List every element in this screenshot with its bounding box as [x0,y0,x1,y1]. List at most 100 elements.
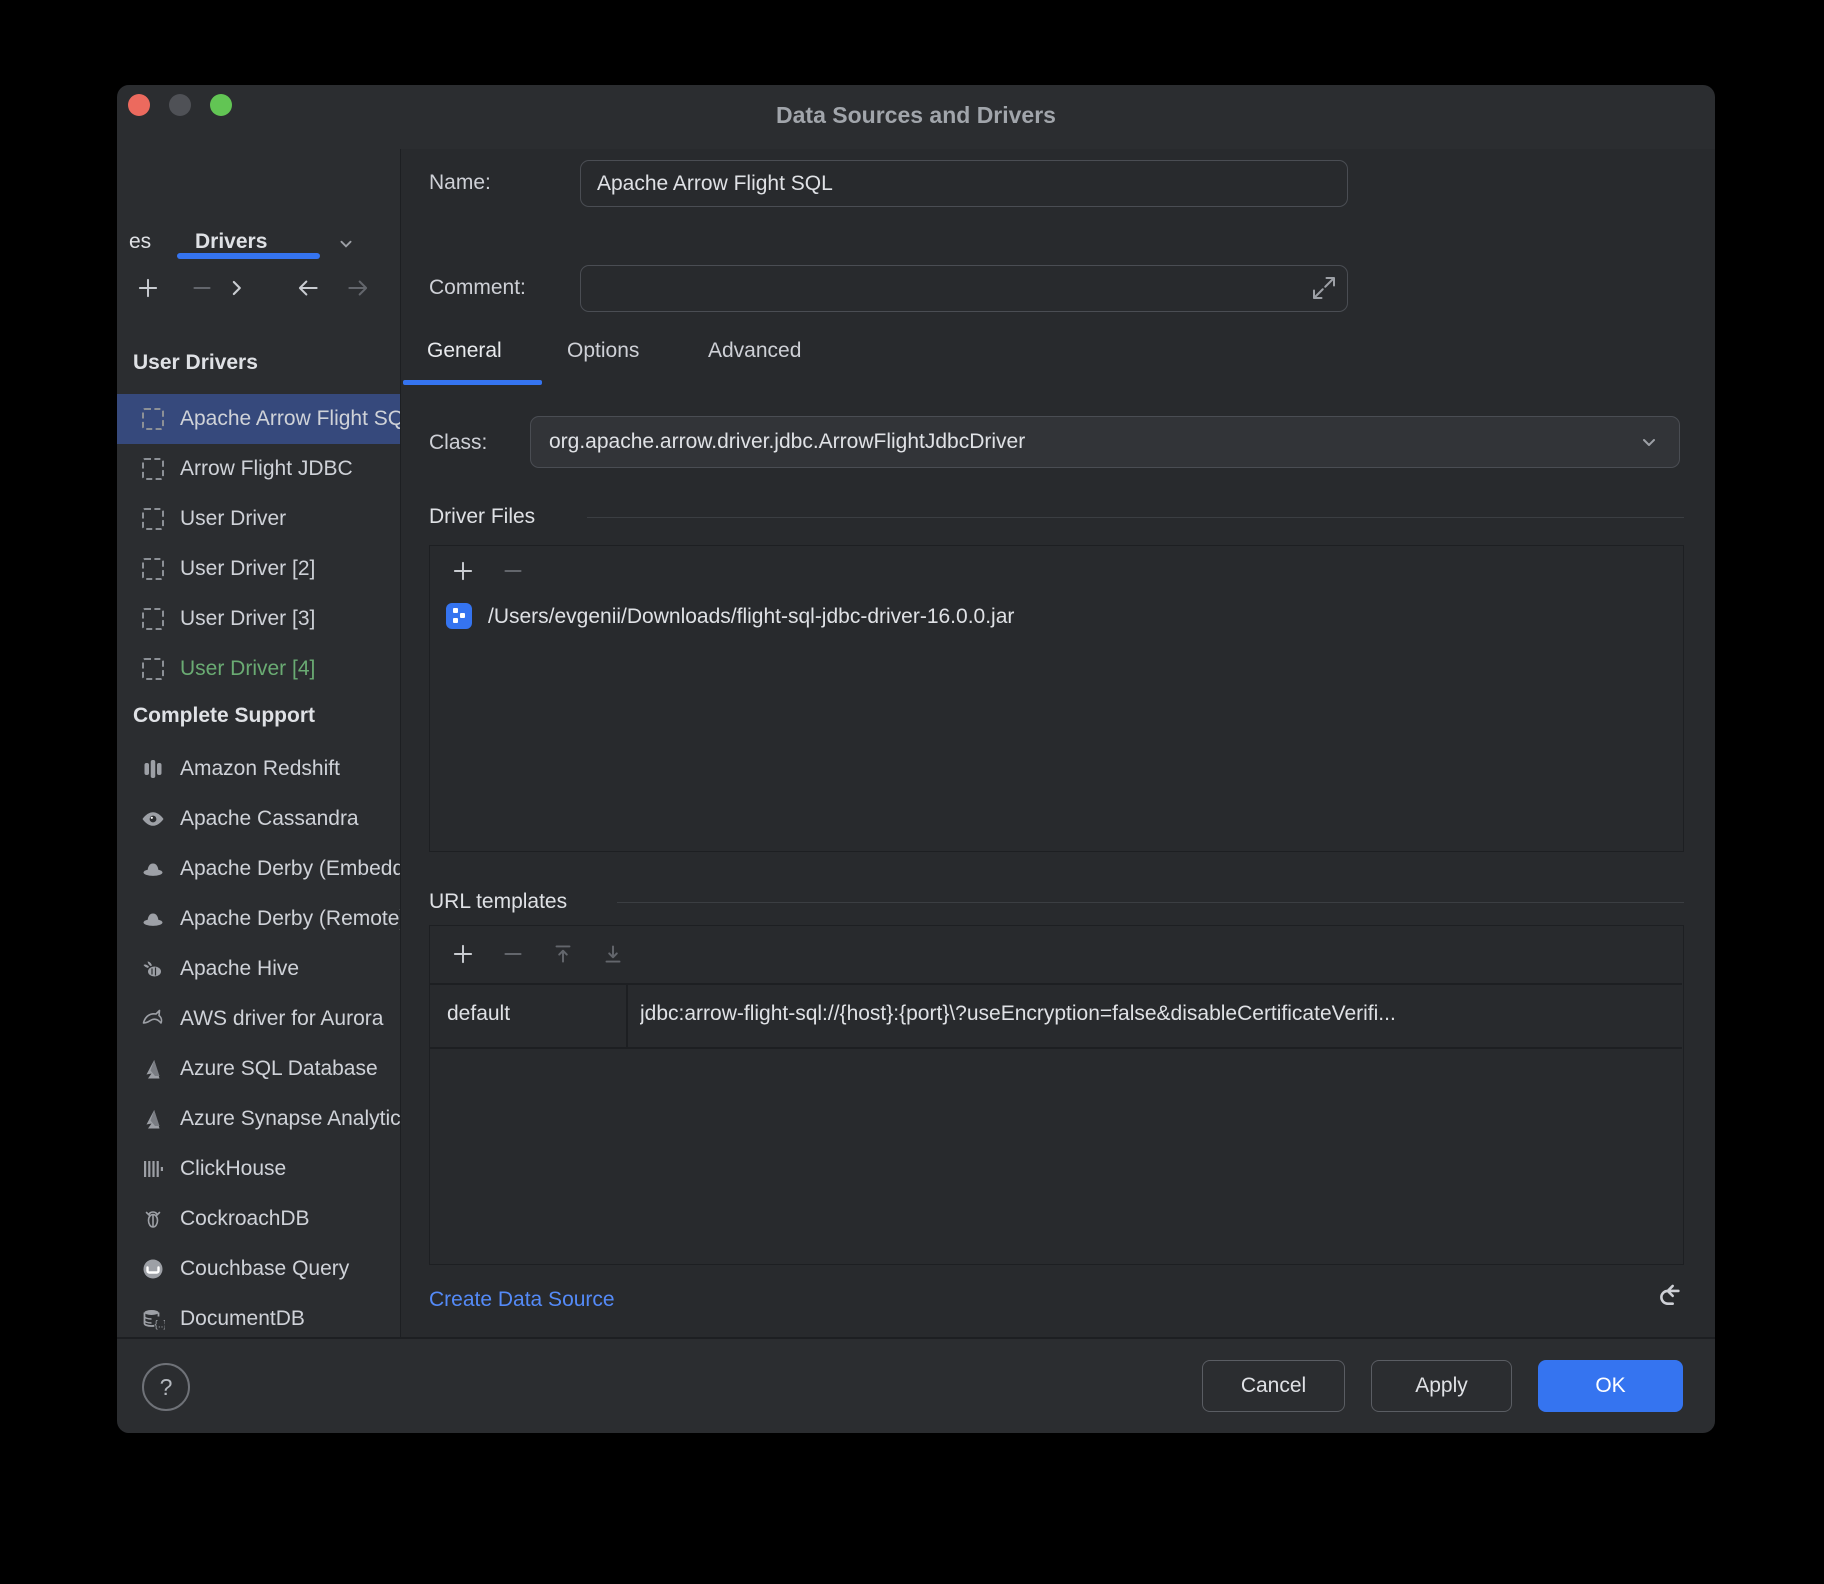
driver-files-panel: /Users/evgenii/Downloads/flight-sql-jdbc… [429,545,1684,852]
back-arrow-icon[interactable] [295,275,321,301]
sidebar-item-label: Azure SQL Database [180,1057,378,1081]
data-sources-dialog: Data Sources and Drivers es Drivers User… [117,85,1715,1433]
sidebar-item-apache-arrow-flight-sql[interactable]: Apache Arrow Flight SQL [117,394,400,444]
remove-driver-file-icon[interactable] [500,558,526,584]
comment-label: Comment: [429,276,526,300]
sidebar-item-couchbase-query[interactable]: Couchbase Query [117,1244,400,1294]
name-input[interactable] [580,160,1348,207]
user-driver-icon [140,556,166,582]
name-label: Name: [429,171,491,195]
url-table-top-line [430,983,1682,985]
apache-derby-icon [140,856,166,882]
apache-cassandra-icon [140,806,166,832]
user-driver-icon [140,606,166,632]
sidebar-item-documentdb[interactable]: {..}DocumentDB [117,1294,400,1337]
remove-url-template-icon[interactable] [500,941,526,967]
azure-icon [140,1106,166,1132]
sidebar-item-apache-derby-embedded[interactable]: Apache Derby (Embedded) [117,844,400,894]
tab-options[interactable]: Options [567,334,639,368]
sidebar-item-azure-sql-database[interactable]: Azure SQL Database [117,1044,400,1094]
sidebar-item-label: Arrow Flight JDBC [180,457,353,481]
sidebar-item-apache-hive[interactable]: Apache Hive [117,944,400,994]
tab-list-chevron-down-icon[interactable] [335,233,357,255]
url-templates-separator-line [617,902,1684,903]
cancel-button[interactable]: Cancel [1202,1360,1345,1412]
clickhouse-icon [140,1156,166,1182]
sidebar-item-user-driver-2[interactable]: User Driver [2] [117,544,400,594]
sidebar-item-label: User Driver [3] [180,607,315,631]
tab-general[interactable]: General [427,334,502,368]
sidebar-item-label: ClickHouse [180,1157,286,1181]
url-templates-title: URL templates [429,890,567,914]
sidebar-item-user-driver-3[interactable]: User Driver [3] [117,594,400,644]
sidebar-item-aws-driver-for-aurora[interactable]: AWS driver for Aurora [117,994,400,1044]
tab-advanced[interactable]: Advanced [708,334,801,368]
sidebar-item-label: AWS driver for Aurora [180,1007,383,1031]
tab-drivers[interactable]: Drivers [195,230,267,254]
sidebar-item-label: Apache Cassandra [180,807,359,831]
add-driver-file-icon[interactable] [450,558,476,584]
sidebar-item-label: User Driver [4] [180,657,315,681]
sidebar-item-label: User Driver [180,507,286,531]
cockroachdb-icon [140,1206,166,1232]
sidebar-item-azure-synapse-analytics[interactable]: Azure Synapse Analytics [117,1094,400,1144]
titlebar: Data Sources and Drivers [117,85,1715,149]
apache-hive-icon [140,956,166,982]
url-template-name-cell[interactable]: default [447,1002,617,1026]
documentdb-icon: {..} [140,1306,166,1332]
svg-text:{..}: {..} [155,1320,166,1331]
class-combobox[interactable]: org.apache.arrow.driver.jdbc.ArrowFlight… [530,416,1680,468]
comment-input[interactable] [580,265,1348,312]
sidebar-item-cockroachdb[interactable]: CockroachDB [117,1194,400,1244]
amazon-redshift-icon [140,756,166,782]
move-up-icon[interactable] [550,941,576,967]
sidebar-item-apache-derby-remote[interactable]: Apache Derby (Remote) [117,894,400,944]
undo-icon[interactable] [1655,1281,1689,1315]
footer-divider [117,1337,1715,1339]
move-down-icon[interactable] [600,941,626,967]
driver-files-separator-line [587,517,1684,518]
driver-file-path[interactable]: /Users/evgenii/Downloads/flight-sql-jdbc… [488,605,1014,629]
aws-aurora-icon [140,1006,166,1032]
active-tab-underline [177,253,320,259]
class-value: org.apache.arrow.driver.jdbc.ArrowFlight… [549,430,1637,454]
sidebar-item-arrow-flight-jdbc[interactable]: Arrow Flight JDBC [117,444,400,494]
apache-derby-icon [140,906,166,932]
add-url-template-icon[interactable] [450,941,476,967]
user-driver-icon [140,406,166,432]
sidebar-item-label: Apache Arrow Flight SQL [180,407,400,431]
sidebar-item-label: Amazon Redshift [180,757,340,781]
sidebar-item-label: Apache Derby (Remote) [180,907,400,931]
url-templates-panel: default jdbc:arrow-flight-sql://{host}:{… [429,925,1684,1265]
tab-data-sources-partial[interactable]: es [129,230,151,254]
apply-button[interactable]: Apply [1371,1360,1512,1412]
add-driver-icon[interactable] [135,275,161,301]
sidebar-item-user-driver[interactable]: User Driver [117,494,400,544]
complete-support-header: Complete Support [133,704,383,728]
chevron-right-icon[interactable] [223,275,249,301]
help-question-mark: ? [160,1374,173,1401]
sidebar-item-label: CockroachDB [180,1207,310,1231]
sidebar-item-label: User Driver [2] [180,557,315,581]
sidebar-item-amazon-redshift[interactable]: Amazon Redshift [117,744,400,794]
ok-button[interactable]: OK [1538,1360,1683,1412]
expand-comment-icon[interactable] [1309,273,1339,303]
user-driver-icon [140,456,166,482]
forward-arrow-icon[interactable] [345,275,371,301]
help-button[interactable]: ? [142,1363,190,1411]
sidebar-item-user-driver-4[interactable]: User Driver [4] [117,644,400,694]
sidebar-tab-strip: es Drivers [117,149,400,265]
sidebar-item-clickhouse[interactable]: ClickHouse [117,1144,400,1194]
class-label: Class: [429,431,487,455]
sidebar-item-apache-cassandra[interactable]: Apache Cassandra [117,794,400,844]
couchbase-icon [140,1256,166,1282]
sidebar-item-label: Apache Derby (Embedded) [180,857,400,881]
url-template-value-cell[interactable]: jdbc:arrow-flight-sql://{host}:{port}\?u… [640,1002,1670,1026]
jar-file-icon [446,603,472,629]
user-drivers-header: User Drivers [133,351,383,375]
user-driver-icon [140,506,166,532]
create-data-source-link[interactable]: Create Data Source [429,1288,615,1312]
driver-files-title: Driver Files [429,505,535,529]
remove-driver-icon[interactable] [189,275,215,301]
azure-icon [140,1056,166,1082]
